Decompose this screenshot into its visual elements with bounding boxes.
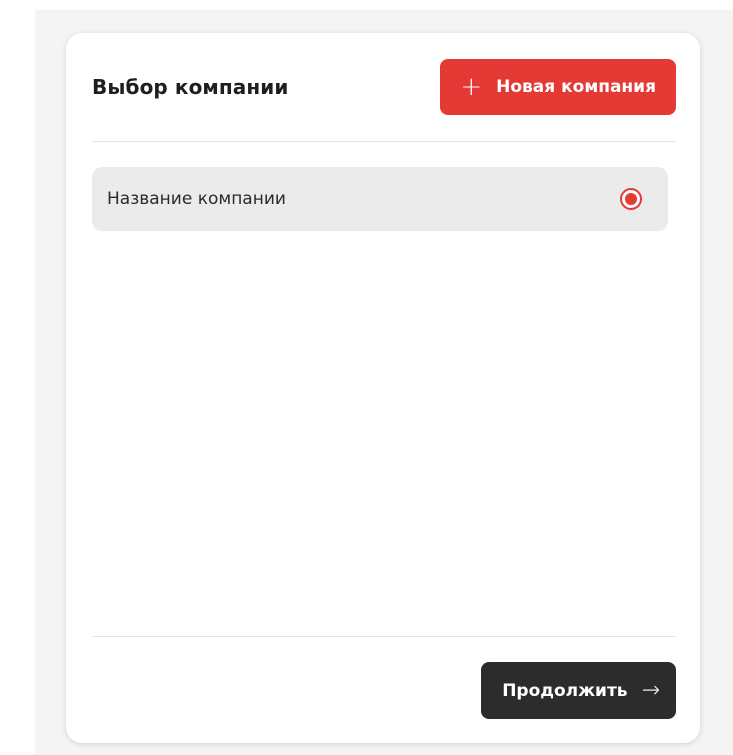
company-list: Название компании — [92, 167, 668, 231]
new-company-button[interactable]: + Новая компания — [440, 59, 676, 115]
company-select-card: Выбор компании + Новая компания Название… — [66, 33, 700, 743]
arrow-right-icon: → — [641, 677, 660, 703]
card-title: Выбор компании — [92, 75, 289, 99]
continue-button-label: Продолжить — [502, 680, 628, 701]
plus-icon: + — [460, 72, 483, 102]
company-list-item[interactable]: Название компании — [92, 167, 668, 231]
header-divider — [92, 141, 676, 142]
radio-selected-dot — [625, 193, 637, 205]
continue-button[interactable]: Продолжить → — [481, 662, 676, 719]
card-header: Выбор компании + Новая компания — [92, 59, 676, 115]
company-name: Название компании — [107, 189, 286, 209]
company-radio-selected[interactable] — [620, 188, 642, 210]
new-company-button-label: Новая компания — [496, 77, 656, 97]
footer-divider — [92, 636, 676, 637]
